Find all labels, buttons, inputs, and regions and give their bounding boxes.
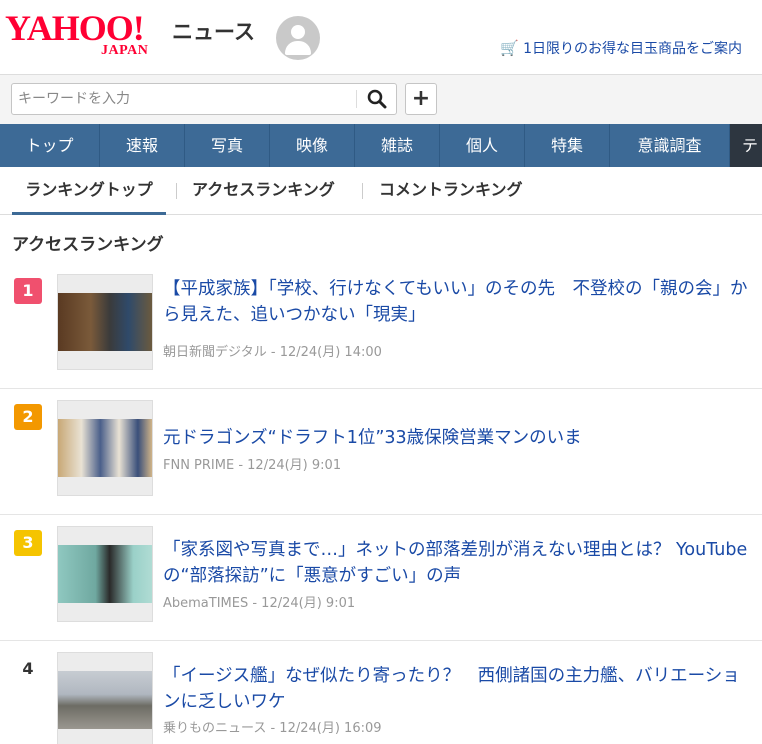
article-thumbnail[interactable]	[57, 274, 153, 370]
cart-icon: 🛒	[500, 39, 520, 57]
article-meta: 乗りものニュース - 12/24(月) 16:09	[163, 721, 382, 736]
rank-badge: 3	[14, 530, 42, 556]
avatar-head	[291, 25, 305, 39]
search-divider	[356, 90, 357, 108]
article-headline[interactable]: 【平成家族】「学校、行けなくてもいい」のその先 不登校の「親の会」から見えた、追…	[163, 276, 748, 328]
avatar-icon[interactable]	[276, 16, 320, 60]
article-headline[interactable]: 元ドラゴンズ“ドラフト1位”33歳保険営業マンのいま	[163, 425, 748, 451]
article-meta: 朝日新聞デジタル - 12/24(月) 14:00	[163, 345, 382, 360]
nav-item-surveys[interactable]: 意識調査	[610, 124, 730, 167]
search-input[interactable]	[12, 84, 356, 114]
thumbnail-image	[58, 545, 152, 603]
tab-access-ranking[interactable]: アクセスランキング	[192, 167, 335, 215]
plus-icon[interactable]: +	[405, 83, 437, 115]
yahoo-japan-logo[interactable]: YAHOO! JAPAN	[5, 8, 167, 60]
rank-badge: 4	[22, 659, 34, 678]
tab-ranking-top[interactable]: ランキングトップ	[12, 167, 166, 215]
logo-sub-text: JAPAN	[101, 43, 149, 58]
nav-item-overflow[interactable]: テ	[730, 124, 762, 167]
ranking-tabs: ランキングトップ アクセスランキング コメントランキング	[0, 167, 762, 215]
tab-comment-ranking[interactable]: コメントランキング	[379, 167, 523, 215]
avatar-shoulders	[285, 41, 311, 55]
nav-item-individuals[interactable]: 個人	[440, 124, 525, 167]
article-headline[interactable]: 「イージス艦」なぜ似たり寄ったり？ 西側諸国の主力艦、バリエーションに乏しいワケ	[163, 663, 748, 715]
service-name[interactable]: ニュース	[172, 16, 255, 46]
search-button[interactable]	[358, 84, 396, 114]
section-title: アクセスランキング	[12, 235, 164, 255]
masthead: YAHOO! JAPAN ニュース 🛒 1日限りのお得な目玉商品をご案内	[0, 0, 762, 74]
article-meta: AbemaTIMES - 12/24(月) 9:01	[163, 596, 356, 611]
thumbnail-image	[58, 293, 152, 351]
ranking-item-2[interactable]: 2 元ドラゴンズ“ドラフト1位”33歳保険営業マンのいま FNN PRIME -…	[0, 389, 762, 515]
nav-item-videos[interactable]: 映像	[270, 124, 355, 167]
logo-main-text: YAHOO!	[5, 8, 145, 48]
article-thumbnail[interactable]	[57, 400, 153, 496]
rank-badge: 1	[14, 278, 42, 304]
nav-item-top[interactable]: トップ	[0, 124, 100, 167]
thumbnail-image	[58, 671, 152, 729]
ranking-item-3[interactable]: 3 「家系図や写真まで…」ネットの部落差別が消えない理由とは？ YouTubeの…	[0, 515, 762, 641]
article-thumbnail[interactable]	[57, 526, 153, 622]
tab-separator	[362, 183, 363, 199]
nav-item-features[interactable]: 特集	[525, 124, 610, 167]
thumbnail-image	[58, 419, 152, 477]
rank-badge: 2	[14, 404, 42, 430]
article-headline[interactable]: 「家系図や写真まで…」ネットの部落差別が消えない理由とは？ YouTubeの“部…	[163, 537, 748, 589]
article-thumbnail[interactable]	[57, 652, 153, 744]
article-meta: FNN PRIME - 12/24(月) 9:01	[163, 458, 342, 473]
search-bar: +	[0, 74, 762, 124]
category-nav: トップ 速報 写真 映像 雑誌 個人 特集 意識調査 テ	[0, 124, 762, 167]
tab-separator	[176, 183, 177, 199]
search-icon	[367, 89, 387, 109]
ranking-item-4[interactable]: 4 「イージス艦」なぜ似たり寄ったり？ 西側諸国の主力艦、バリエーションに乏しい…	[0, 641, 762, 744]
promo-text: 1日限りのお得な目玉商品をご案内	[523, 41, 742, 57]
search-box	[11, 83, 397, 115]
nav-item-magazines[interactable]: 雑誌	[355, 124, 440, 167]
nav-item-photos[interactable]: 写真	[185, 124, 270, 167]
nav-item-breaking[interactable]: 速報	[100, 124, 185, 167]
promo-link[interactable]: 🛒 1日限りのお得な目玉商品をご案内	[500, 38, 742, 58]
ranking-item-1[interactable]: 1 【平成家族】「学校、行けなくてもいい」のその先 不登校の「親の会」から見えた…	[0, 263, 762, 389]
